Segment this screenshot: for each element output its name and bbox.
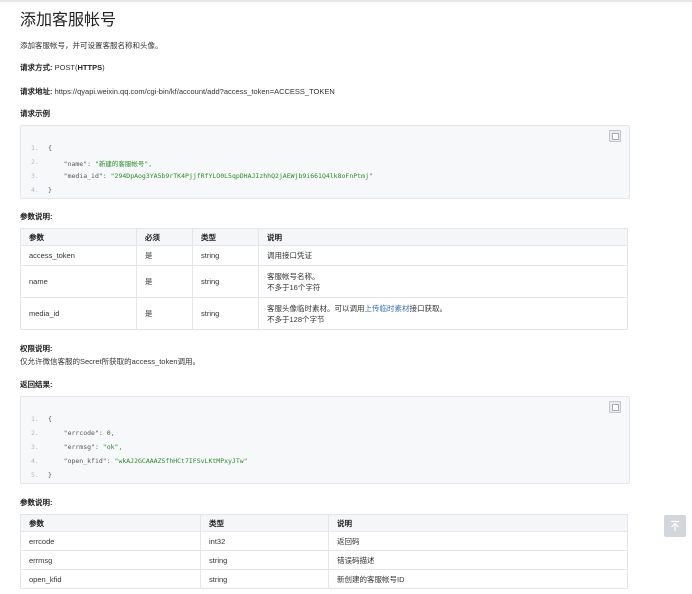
cell: string [192, 265, 259, 298]
table-header-row: 参数 类型 说明 [20, 514, 628, 532]
cell: name [20, 265, 137, 298]
desc-line: 客服头像临时素材。可以调用上传临时素材接口获取。 [267, 303, 447, 313]
cell: 调用接口凭证 [258, 245, 628, 266]
permission-label: 权限说明: [20, 344, 53, 353]
code-line: 4.} [31, 186, 52, 194]
desc-line: 客服帐号名称。 [267, 271, 320, 281]
cell: access_token [20, 245, 137, 266]
cell: string [200, 569, 329, 589]
permission-text: 仅允许微信客服的Secret所获取的access_token调用。 [20, 357, 201, 366]
url-value[interactable]: https://qyapi.weixin.qq.com/cgi-bin/kf/a… [55, 87, 335, 96]
table-row: errmsg string 错误码描述 [20, 550, 628, 570]
cell: string [192, 245, 259, 266]
table-row: open_kfid string 新创建的客服帐号ID [20, 569, 628, 589]
arrow-up-icon [671, 520, 679, 531]
col-header: 说明 [328, 514, 628, 532]
cell: 是 [136, 245, 193, 266]
cell: errcode [20, 531, 201, 551]
cell: errmsg [20, 550, 201, 570]
method-value-prefix: POST( [54, 63, 78, 72]
cell: string [192, 297, 259, 330]
intro-text: 添加客服帐号，并可设置客服名称和头像。 [20, 41, 163, 50]
table-row: name 是 string 客服帐号名称。 不多于16个字符 [20, 265, 628, 298]
col-header: 说明 [258, 228, 628, 246]
cell: open_kfid [20, 569, 201, 589]
cell: 错误码描述 [328, 550, 628, 570]
method-value-bold: HTTPS [77, 63, 103, 72]
col-header: 参数 [20, 228, 137, 246]
col-header: 类型 [192, 228, 259, 246]
cell: media_id [20, 297, 137, 330]
desc-line: 不多于128个字节 [267, 314, 325, 324]
cell: 是 [136, 297, 193, 330]
request-method: 请求方式: POST(HTTPS) [20, 62, 105, 73]
code-line: 5.} [31, 471, 52, 479]
copy-icon[interactable] [609, 130, 621, 142]
cell: 客服帐号名称。 不多于16个字符 [258, 265, 628, 298]
cell: 返回码 [328, 531, 628, 551]
page-title: 添加客服帐号 [20, 12, 117, 29]
cell: 客服头像临时素材。可以调用上传临时素材接口获取。 不多于128个字节 [258, 297, 628, 330]
table-header-row: 参数 必须 类型 说明 [20, 228, 628, 246]
back-to-top-button[interactable] [664, 515, 686, 537]
table-row: media_id 是 string 客服头像临时素材。可以调用上传临时素材接口获… [20, 297, 628, 330]
cell: 新创建的客服帐号ID [328, 569, 628, 589]
table-row: errcode int32 返回码 [20, 531, 628, 551]
url-label: 请求地址: [20, 87, 53, 96]
top-divider [0, 0, 692, 2]
upload-media-link[interactable]: 上传临时素材 [365, 304, 410, 313]
result-table: 参数 类型 说明 errcode int32 返回码 errmsg string… [20, 514, 628, 589]
col-header: 必须 [136, 228, 193, 246]
col-header: 参数 [20, 514, 201, 532]
params-table: 参数 必须 类型 说明 access_token 是 string 调用接口凭证… [20, 228, 628, 330]
request-example-label: 请求示例 [20, 109, 50, 118]
result-params-label: 参数说明: [20, 498, 53, 507]
request-url: 请求地址: https://qyapi.weixin.qq.com/cgi-bi… [20, 86, 335, 97]
desc-line: 不多于16个字符 [267, 282, 321, 292]
method-label: 请求方式: [20, 63, 53, 72]
copy-icon[interactable] [609, 401, 621, 413]
col-header: 类型 [200, 514, 329, 532]
cell: string [200, 550, 329, 570]
response-code-block: 1.{ 2. "errcode": 0, 3. "errmsg": "ok", … [20, 396, 630, 484]
table-row: access_token 是 string 调用接口凭证 [20, 245, 628, 266]
cell: int32 [200, 531, 329, 551]
params-label: 参数说明: [20, 212, 53, 221]
result-label: 返回结果: [20, 380, 53, 389]
request-code-block: 1.{ 2. "name": "新建的客服帐号", 3. "media_id":… [20, 125, 630, 199]
cell: 是 [136, 265, 193, 298]
method-value-suffix: ) [102, 63, 105, 72]
